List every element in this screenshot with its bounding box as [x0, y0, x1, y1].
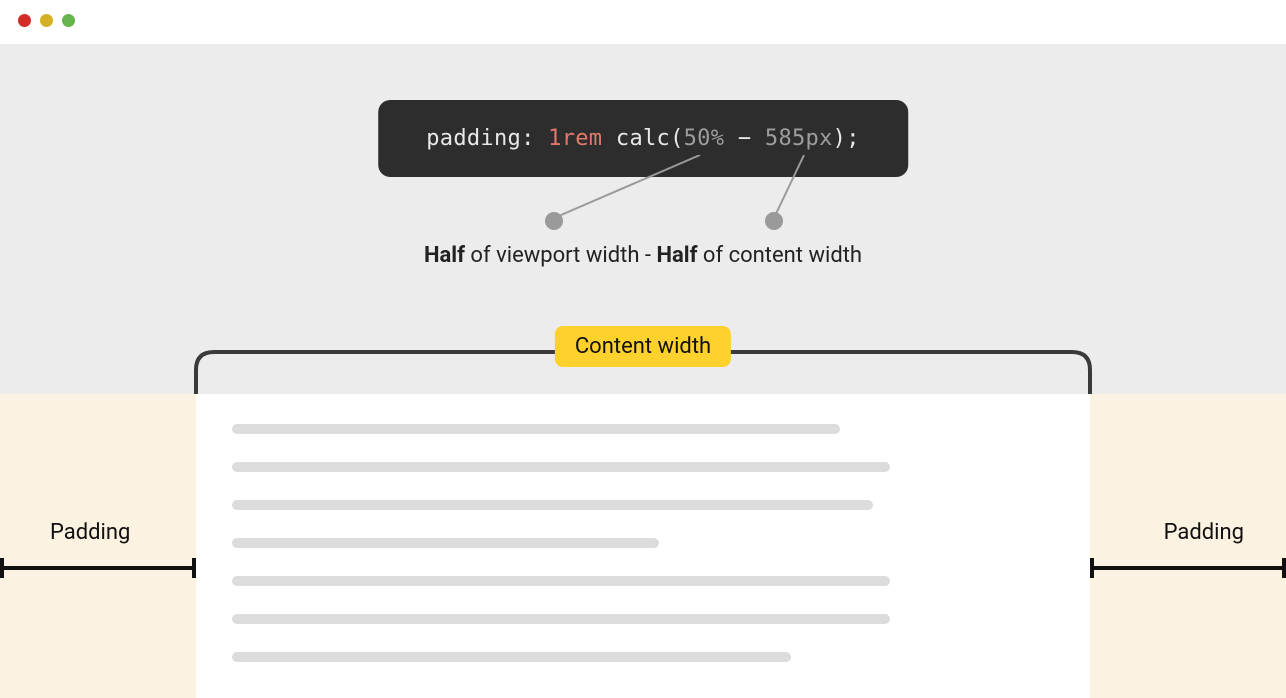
window-traffic-lights: [18, 14, 75, 27]
code-lparen: (: [670, 126, 684, 151]
content-region: [196, 394, 1090, 698]
placeholder-line: [232, 576, 890, 586]
code-semicolon: ;: [846, 126, 860, 151]
code-arg-585px: 585px: [765, 126, 833, 151]
code-property: padding: [426, 126, 521, 151]
placeholder-line: [232, 652, 791, 662]
zoom-dot-icon: [62, 14, 75, 27]
placeholder-line: [232, 500, 873, 510]
placeholder-line: [232, 614, 890, 624]
minimize-dot-icon: [40, 14, 53, 27]
code-value-1rem: 1rem: [548, 126, 602, 151]
padding-region-left: [0, 394, 196, 698]
code-colon: :: [521, 126, 535, 151]
code-func-calc: calc: [616, 126, 670, 151]
placeholder-line: [232, 462, 890, 472]
explain-mid-1: of viewport width -: [465, 243, 656, 268]
explain-text: Half of viewport width - Half of content…: [0, 243, 1286, 268]
padding-label-right: Padding: [1164, 520, 1244, 545]
padding-region-right: [1090, 394, 1286, 698]
explain-mid-2: of content width: [697, 243, 862, 268]
code-rparen: ): [833, 126, 847, 151]
code-arg-50pct: 50%: [684, 126, 725, 151]
explain-half-1: Half: [424, 243, 465, 268]
placeholder-line: [232, 424, 840, 434]
layout-diagram: [0, 394, 1286, 698]
content-width-label: Content width: [555, 326, 731, 367]
code-block: padding: 1rem calc(50% − 585px);: [378, 100, 908, 177]
padding-label-left: Padding: [50, 520, 130, 545]
placeholder-line: [232, 538, 659, 548]
explain-half-2: Half: [656, 243, 697, 268]
code-operator-minus: −: [738, 126, 752, 151]
close-dot-icon: [18, 14, 31, 27]
